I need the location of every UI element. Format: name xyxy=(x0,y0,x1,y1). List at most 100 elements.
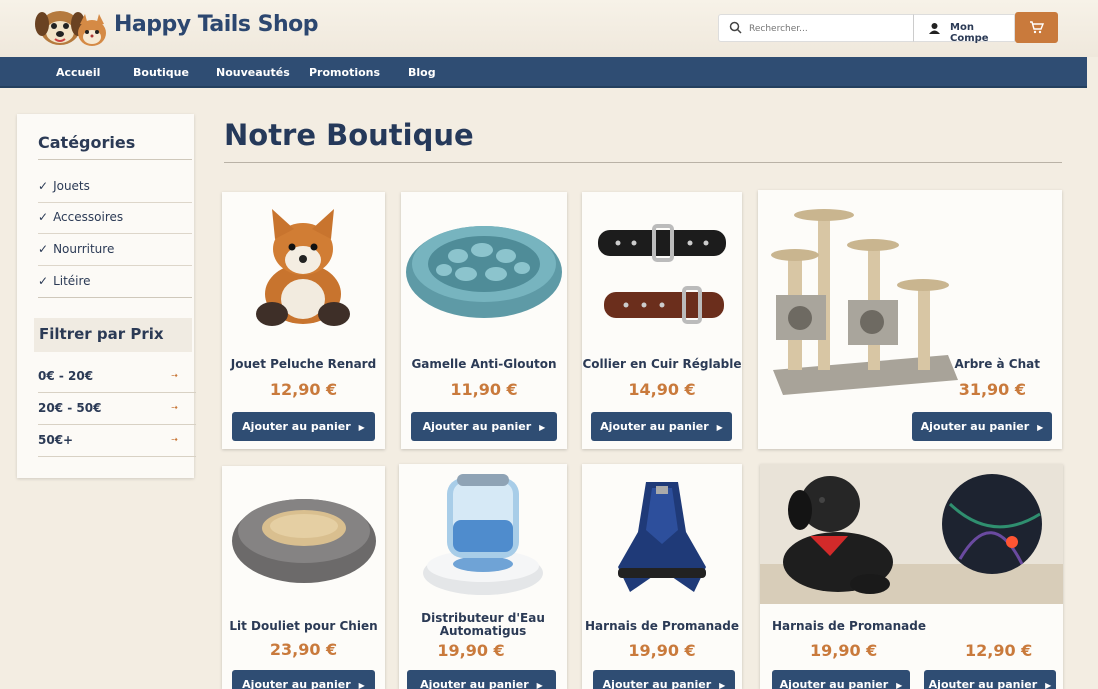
arrow-right-icon: ▶ xyxy=(896,681,903,689)
search-icon xyxy=(729,21,742,34)
arrow-right-icon: ▶ xyxy=(716,423,723,432)
dog-harness-image[interactable] xyxy=(596,472,728,600)
site-header: Happy Tails Shop Mon Compe xyxy=(0,0,1098,57)
category-item-jouets[interactable]: ✓ Jouets xyxy=(38,172,192,203)
button-label: Ajouter au panier xyxy=(242,420,351,433)
account-button[interactable]: Mon Compe xyxy=(913,14,1015,44)
divider xyxy=(224,162,1062,163)
product-photo-area xyxy=(760,464,1063,604)
add-to-cart-button[interactable]: Ajouter au panier ▶ xyxy=(924,670,1056,689)
black-puppy-plush-image[interactable] xyxy=(783,476,893,594)
category-label: Litéire xyxy=(53,274,91,288)
product-card[interactable]: Gamelle Anti-Glouton 11,90 € Ajouter au … xyxy=(401,192,567,449)
button-label: Ajouter au panier xyxy=(242,678,351,689)
product-name[interactable]: Jouet Peluche Renard xyxy=(222,358,385,371)
product-card[interactable]: Arbre à Chat 31,90 € Ajouter au panier ▶ xyxy=(758,190,1062,449)
product-price: 11,90 € xyxy=(450,380,518,399)
page-title: Notre Boutique xyxy=(224,118,474,152)
cart-icon xyxy=(1029,20,1044,34)
button-label: Ajouter au panier xyxy=(422,420,532,433)
product-name[interactable]: Lit Douliet pour Chien xyxy=(222,620,385,633)
search-box[interactable] xyxy=(718,14,914,42)
dog-bed-image[interactable] xyxy=(230,486,378,586)
product-price: 23,90 € xyxy=(269,640,338,659)
nav-item-promotions[interactable]: Promotions xyxy=(309,66,380,79)
product-name[interactable]: Collier en Cuir Réglable xyxy=(582,358,742,371)
categories-title: Catégories xyxy=(38,133,136,152)
check-icon: ✓ xyxy=(38,210,49,224)
main-nav: Accueil Boutique Nouveautés Promotions B… xyxy=(0,57,1087,88)
leather-collar-image[interactable] xyxy=(594,208,730,338)
arrow-right-icon: ▶ xyxy=(358,423,365,432)
button-label: Ajouter au panier xyxy=(920,420,1030,433)
water-fountain-image[interactable] xyxy=(417,468,549,600)
add-to-cart-button[interactable]: Ajouter au panier ▶ xyxy=(411,412,557,441)
price-range-50-plus[interactable]: 50€+ ⇢ xyxy=(38,425,196,457)
product-name[interactable]: Distributeur d'Eau Automatigus xyxy=(399,612,567,638)
product-name[interactable]: Gamelle Anti-Glouton xyxy=(401,358,567,371)
product-price: 19,90 € xyxy=(437,641,505,660)
product-card[interactable]: Lit Douliet pour Chien 23,90 € Ajouter a… xyxy=(222,466,385,689)
product-name[interactable]: Arbre à Chat xyxy=(758,358,1041,371)
divider xyxy=(38,159,192,160)
brand-name[interactable]: Happy Tails Shop xyxy=(114,12,318,37)
price-range-label: 20€ - 50€ xyxy=(38,401,102,415)
arrow-icon: ⇢ xyxy=(171,403,178,412)
price-filter-title: Filtrer par Prix xyxy=(34,318,192,352)
add-to-cart-button[interactable]: Ajouter au panier ▶ xyxy=(407,670,556,689)
price-range-label: 50€+ xyxy=(38,433,74,447)
cart-button[interactable] xyxy=(1015,12,1058,43)
search-input[interactable] xyxy=(749,20,899,37)
add-to-cart-button[interactable]: Ajouter au panier ▶ xyxy=(232,412,375,441)
user-icon xyxy=(928,22,941,35)
product-card[interactable]: Harnais de Promanade 19,90 € Ajouter au … xyxy=(582,464,742,689)
price-range-label: 0€ - 20€ xyxy=(38,369,94,383)
slow-feeder-bowl-image[interactable] xyxy=(404,212,564,322)
button-label: Ajouter au panier xyxy=(928,678,1038,689)
arrow-right-icon: ▶ xyxy=(536,681,543,689)
price-range-20-50[interactable]: 20€ - 50€ ⇢ xyxy=(38,393,196,425)
product-card[interactable]: Distributeur d'Eau Automatigus 19,90 € A… xyxy=(399,464,567,689)
category-label: Nourriture xyxy=(53,242,115,256)
product-card[interactable]: Harnais de Promanade 19,90 € 12,90 € Ajo… xyxy=(760,464,1063,689)
sidebar: Catégories ✓ Jouets ✓ Accessoires ✓ Nourrit… xyxy=(17,114,196,478)
price-range-0-20[interactable]: 0€ - 20€ ⇢ xyxy=(38,361,196,393)
logo-dog-cat-icon[interactable] xyxy=(30,4,110,50)
nav-item-accueil[interactable]: Accueil xyxy=(56,66,100,79)
product-card[interactable]: Jouet Peluche Renard 12,90 € Ajouter au … xyxy=(222,192,385,449)
product-price: 19,90 € xyxy=(810,641,878,660)
category-label: Jouets xyxy=(53,179,90,193)
product-name[interactable]: Harnais de Promanade xyxy=(582,620,742,633)
check-icon: ✓ xyxy=(38,179,49,193)
arrow-icon: ⇢ xyxy=(171,435,178,444)
product-price: 19,90 € xyxy=(628,641,696,660)
category-item-nourriture[interactable]: ✓ Nourriture xyxy=(38,235,192,266)
arrow-right-icon: ▶ xyxy=(539,423,546,432)
light-up-ball-image[interactable] xyxy=(942,474,1042,574)
arrow-right-icon: ▶ xyxy=(1045,681,1052,689)
add-to-cart-button[interactable]: Ajouter au panier ▶ xyxy=(232,670,375,689)
check-icon: ✓ xyxy=(38,242,49,256)
add-to-cart-button[interactable]: Ajouter au panier ▶ xyxy=(772,670,910,689)
add-to-cart-button[interactable]: Ajouter au panier ▶ xyxy=(591,412,732,441)
category-item-litiere[interactable]: ✓ Litéire xyxy=(38,267,192,298)
arrow-icon: ⇢ xyxy=(171,371,178,380)
nav-item-blog[interactable]: Blog xyxy=(408,66,436,79)
nav-item-boutique[interactable]: Boutique xyxy=(133,66,189,79)
button-label: Ajouter au panier xyxy=(420,678,529,689)
add-to-cart-button[interactable]: Ajouter au panier ▶ xyxy=(593,670,735,689)
check-icon: ✓ xyxy=(38,274,49,288)
arrow-right-icon: ▶ xyxy=(1037,423,1044,432)
button-label: Ajouter au panier xyxy=(600,420,709,433)
add-to-cart-button[interactable]: Ajouter au panier ▶ xyxy=(912,412,1052,441)
category-item-accessoires[interactable]: ✓ Accessoires xyxy=(38,203,192,234)
product-name[interactable]: Harnais de Promanade xyxy=(772,620,926,633)
arrow-right-icon: ▶ xyxy=(358,681,365,689)
arrow-right-icon: ▶ xyxy=(719,681,726,689)
product-card[interactable]: Collier en Cuir Réglable 14,90 € Ajouter… xyxy=(582,192,742,449)
product-price: 31,90 € xyxy=(958,380,1026,399)
account-label: Mon Compe xyxy=(950,22,989,44)
fox-plush-image[interactable] xyxy=(242,204,364,329)
category-label: Accessoires xyxy=(53,210,124,224)
nav-item-nouveautes[interactable]: Nouveautés xyxy=(216,66,290,79)
